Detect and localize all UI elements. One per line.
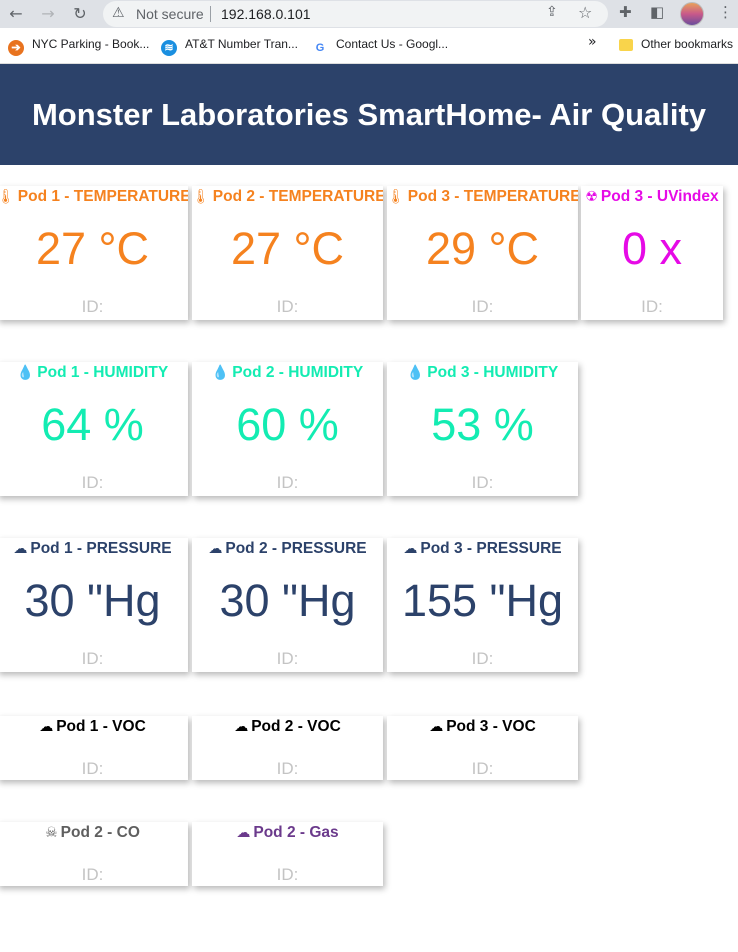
- extensions-icon[interactable]: ✚: [619, 3, 632, 21]
- url-text[interactable]: 192.168.0.101: [221, 6, 311, 22]
- cloud-download-icon: ☁: [13, 541, 28, 557]
- menu-icon[interactable]: ⋮: [718, 3, 733, 21]
- skull-crossbones-icon: ☠: [45, 825, 58, 841]
- cloud-upload-icon: ☁: [429, 719, 444, 735]
- security-label[interactable]: Not secure: [136, 6, 204, 22]
- bookmark-star-icon[interactable]: ☆: [578, 3, 592, 22]
- nyc-parking-icon: ➔: [8, 40, 24, 56]
- sensor-id-label: ID:: [276, 649, 299, 668]
- co-card-pod2: ☠ Pod 2 - CO ID:: [0, 822, 188, 886]
- sensor-id-label: ID:: [276, 759, 299, 778]
- card-title: 🌡 Pod 3 - TEMPERATURE: [387, 188, 578, 205]
- humidity-value: 60 %: [236, 399, 339, 450]
- uvindex-value: 0 x: [621, 223, 683, 274]
- sensor-id-label: ID:: [276, 865, 299, 884]
- address-divider: [210, 6, 211, 22]
- card-title: ☢ Pod 3 - UVindex: [585, 188, 719, 205]
- water-drop-icon: 💧: [211, 365, 230, 381]
- card-title: ☠ Pod 2 - CO: [45, 824, 140, 841]
- sensor-id-label: ID:: [471, 297, 494, 316]
- cloud-icon: ☁: [236, 825, 251, 841]
- humidity-value: 64 %: [41, 399, 144, 450]
- cloud-upload-icon: ☁: [39, 719, 54, 735]
- thermometer-icon: 🌡: [387, 189, 405, 205]
- thermometer-icon: 🌡: [0, 189, 15, 205]
- sensor-id-label: ID:: [81, 473, 104, 492]
- card-title: ☁ Pod 3 - PRESSURE: [403, 540, 562, 557]
- sensor-id-label: ID:: [81, 759, 104, 778]
- cloud-download-icon: ☁: [208, 541, 223, 557]
- profile-avatar[interactable]: [680, 2, 704, 26]
- google-icon: G: [312, 40, 328, 56]
- voc-card-pod3: ☁ Pod 3 - VOC ID:: [387, 716, 578, 780]
- card-title: ☁ Pod 2 - Gas: [236, 824, 339, 841]
- other-bookmarks[interactable]: Other bookmarks: [619, 37, 733, 51]
- water-drop-icon: 💧: [406, 365, 425, 381]
- sensor-id-label: ID:: [471, 649, 494, 668]
- voc-card-pod2: ☁ Pod 2 - VOC ID:: [192, 716, 383, 780]
- pressure-card-pod1: ☁ Pod 1 - PRESSURE 30 "Hg ID:: [0, 538, 188, 672]
- side-panel-icon[interactable]: ◧: [650, 3, 664, 21]
- voc-card-pod1: ☁ Pod 1 - VOC ID:: [0, 716, 188, 780]
- share-icon[interactable]: ⇪: [546, 4, 558, 20]
- temperature-card-pod2: 🌡 Pod 2 - TEMPERATURE 27 °C ID:: [192, 186, 383, 320]
- sensor-id-label: ID:: [471, 473, 494, 492]
- bookmark-item[interactable]: G Contact Us - Googl...: [312, 37, 448, 56]
- radiation-icon: ☢: [585, 189, 598, 205]
- uvindex-card-pod3: ☢ Pod 3 - UVindex 0 x ID:: [581, 186, 723, 320]
- thermometer-icon: 🌡: [192, 189, 210, 205]
- temperature-card-pod3: 🌡 Pod 3 - TEMPERATURE 29 °C ID:: [387, 186, 578, 320]
- page-title: Monster Laboratories SmartHome- Air Qual…: [31, 97, 707, 132]
- sensor-id-label: ID:: [81, 649, 104, 668]
- water-drop-icon: 💧: [16, 365, 35, 381]
- folder-icon: [619, 39, 633, 51]
- bookmark-item[interactable]: ➔ NYC Parking - Book...: [8, 37, 149, 56]
- temperature-value: 29 °C: [425, 223, 540, 274]
- humidity-card-pod3: 💧 Pod 3 - HUMIDITY 53 % ID:: [387, 362, 578, 496]
- back-icon[interactable]: ←: [5, 3, 27, 25]
- att-icon: ≋: [161, 40, 177, 56]
- sensor-id-label: ID:: [641, 297, 663, 316]
- temperature-value: 27 °C: [230, 223, 345, 274]
- browser-toolbar: ← → ↻ ⚠ Not secure 192.168.0.101 ⇪ ☆ ✚ ◧…: [0, 0, 738, 28]
- humidity-value: 53 %: [431, 399, 534, 450]
- card-title: 💧 Pod 3 - HUMIDITY: [406, 364, 559, 381]
- reload-icon[interactable]: ↻: [69, 3, 91, 25]
- card-title: ☁ Pod 3 - VOC: [429, 718, 536, 735]
- bookmarks-bar: ➔ NYC Parking - Book... ≋ AT&T Number Tran…: [0, 28, 738, 64]
- page-header: Monster Laboratories SmartHome- Air Qual…: [0, 64, 738, 165]
- card-title: 🌡 Pod 2 - TEMPERATURE: [192, 188, 383, 205]
- forward-icon[interactable]: →: [37, 3, 59, 25]
- sensor-id-label: ID:: [276, 473, 299, 492]
- bookmarks-overflow-icon[interactable]: »: [588, 34, 597, 50]
- sensor-id-label: ID:: [81, 297, 104, 316]
- sensor-id-label: ID:: [471, 759, 494, 778]
- sensor-id-label: ID:: [81, 865, 104, 884]
- card-title: ☁ Pod 1 - VOC: [39, 718, 146, 735]
- bookmark-item[interactable]: ≋ AT&T Number Tran...: [161, 37, 298, 56]
- gas-card-pod2: ☁ Pod 2 - Gas ID:: [192, 822, 383, 886]
- pressure-card-pod3: ☁ Pod 3 - PRESSURE 155 "Hg ID:: [387, 538, 578, 672]
- sensor-id-label: ID:: [276, 297, 299, 316]
- temperature-value: 27 °C: [35, 223, 150, 274]
- card-title: ☁ Pod 2 - PRESSURE: [208, 540, 367, 557]
- address-bar[interactable]: ⚠ Not secure 192.168.0.101 ⇪ ☆: [103, 1, 608, 27]
- card-title: 💧 Pod 1 - HUMIDITY: [16, 364, 169, 381]
- card-title: 💧 Pod 2 - HUMIDITY: [211, 364, 364, 381]
- cloud-upload-icon: ☁: [234, 719, 249, 735]
- cloud-download-icon: ☁: [403, 541, 418, 557]
- card-title: ☁ Pod 1 - PRESSURE: [13, 540, 172, 557]
- warning-icon[interactable]: ⚠: [112, 5, 125, 21]
- humidity-card-pod2: 💧 Pod 2 - HUMIDITY 60 % ID:: [192, 362, 383, 496]
- humidity-card-pod1: 💧 Pod 1 - HUMIDITY 64 % ID:: [0, 362, 188, 496]
- temperature-card-pod1: 🌡 Pod 1 - TEMPERATURE 27 °C ID:: [0, 186, 188, 320]
- pressure-value: 30 "Hg: [219, 575, 356, 626]
- pressure-value: 155 "Hg: [401, 575, 564, 626]
- pressure-card-pod2: ☁ Pod 2 - PRESSURE 30 "Hg ID:: [192, 538, 383, 672]
- pressure-value: 30 "Hg: [24, 575, 161, 626]
- card-title: ☁ Pod 2 - VOC: [234, 718, 341, 735]
- card-title: 🌡 Pod 1 - TEMPERATURE: [0, 186, 188, 208]
